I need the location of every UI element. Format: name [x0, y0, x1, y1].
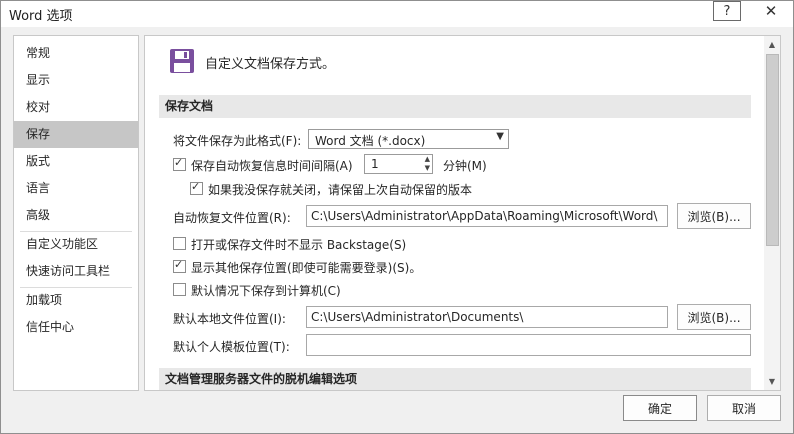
content-scrollbar[interactable]: ▲ ▼	[764, 35, 781, 391]
no-backstage-label: 打开或保存文件时不显示 Backstage(S)	[191, 238, 407, 252]
save-options-panel: 自定义文档保存方式。 保存文档 将文件保存为此格式(F): Word 文档 (*…	[144, 35, 766, 391]
help-button[interactable]: ?	[713, 1, 741, 21]
browse-default-local-button[interactable]: 浏览(B)...	[677, 304, 751, 330]
save-format-value: Word 文档 (*.docx)	[315, 134, 426, 148]
checkmark-icon: ✓	[174, 156, 184, 169]
no-backstage-checkbox[interactable]	[173, 237, 186, 250]
word-options-dialog: Word 选项 ? ✕ 常规 显示 校对 保存 版式 语言 高级 自定义功能区 …	[0, 0, 794, 434]
save-to-computer-checkbox[interactable]	[173, 283, 186, 296]
save-format-label: 将文件保存为此格式(F):	[173, 134, 302, 148]
nav-item-general[interactable]: 常规	[14, 40, 138, 67]
nav-item-add-ins[interactable]: 加载项	[14, 287, 138, 314]
save-to-computer-label: 默认情况下保存到计算机(C)	[191, 284, 341, 298]
title-bar: Word 选项 ? ✕	[1, 1, 793, 27]
help-icon: ?	[723, 3, 731, 19]
nav-item-display[interactable]: 显示	[14, 67, 138, 94]
personal-template-location-label: 默认个人模板位置(T):	[173, 340, 290, 354]
nav-item-advanced[interactable]: 高级	[14, 202, 138, 229]
checkmark-icon: ✓	[174, 258, 184, 271]
close-button[interactable]: ✕	[753, 1, 789, 21]
scroll-thumb[interactable]	[766, 54, 779, 246]
checkmark-icon: ✓	[191, 180, 201, 193]
nav-item-customize-ribbon[interactable]: 自定义功能区	[14, 231, 138, 258]
autorecover-location-input[interactable]: C:\Users\Administrator\AppData\Roaming\M…	[306, 205, 668, 227]
autorecover-location-label: 自动恢复文件位置(R):	[173, 211, 291, 225]
keep-last-version-checkbox[interactable]: ✓	[190, 180, 203, 195]
chevron-down-icon: ▼	[496, 131, 504, 142]
scroll-down-icon[interactable]: ▼	[764, 374, 780, 388]
scroll-up-icon[interactable]: ▲	[764, 37, 780, 51]
keep-last-version-label: 如果我没保存就关闭，请保留上次自动保留的版本	[208, 183, 473, 197]
autorecover-label: 保存自动恢复信息时间间隔(A)	[191, 159, 353, 173]
autorecover-checkbox[interactable]: ✓	[173, 156, 186, 171]
show-more-locations-checkbox[interactable]: ✓	[173, 258, 186, 273]
close-icon: ✕	[764, 2, 778, 20]
default-local-location-input[interactable]: C:\Users\Administrator\Documents\	[306, 306, 668, 328]
nav-item-proofing[interactable]: 校对	[14, 94, 138, 121]
save-format-select[interactable]: Word 文档 (*.docx) ▼	[308, 129, 509, 149]
save-disk-icon	[170, 49, 194, 73]
nav-item-layout[interactable]: 版式	[14, 148, 138, 175]
window-title: Word 选项	[9, 9, 73, 24]
autorecover-interval-value: 1	[371, 157, 379, 171]
minutes-label: 分钟(M)	[443, 159, 487, 173]
section-header-offline-editing: 文档管理服务器文件的脱机编辑选项	[159, 368, 751, 390]
cancel-button[interactable]: 取消	[707, 395, 781, 421]
options-nav: 常规 显示 校对 保存 版式 语言 高级 自定义功能区 快速访问工具栏 加载项 …	[13, 35, 139, 391]
autorecover-interval-spinner[interactable]: 1 ▲ ▼	[364, 154, 433, 174]
nav-item-trust-center[interactable]: 信任中心	[14, 314, 138, 341]
panel-header-text: 自定义文档保存方式。	[205, 57, 336, 72]
nav-item-save[interactable]: 保存	[14, 121, 138, 148]
default-local-location-label: 默认本地文件位置(I):	[173, 312, 286, 326]
spin-up-icon[interactable]: ▲	[425, 155, 430, 163]
spin-down-icon[interactable]: ▼	[425, 164, 430, 172]
browse-autorecover-button[interactable]: 浏览(B)...	[677, 203, 751, 229]
section-header-save-documents: 保存文档	[159, 95, 751, 118]
show-more-locations-label: 显示其他保存位置(即使可能需要登录)(S)。	[191, 261, 422, 275]
personal-template-location-input[interactable]	[306, 334, 751, 356]
nav-item-quick-access-toolbar[interactable]: 快速访问工具栏	[14, 258, 138, 285]
ok-button[interactable]: 确定	[623, 395, 697, 421]
nav-item-language[interactable]: 语言	[14, 175, 138, 202]
